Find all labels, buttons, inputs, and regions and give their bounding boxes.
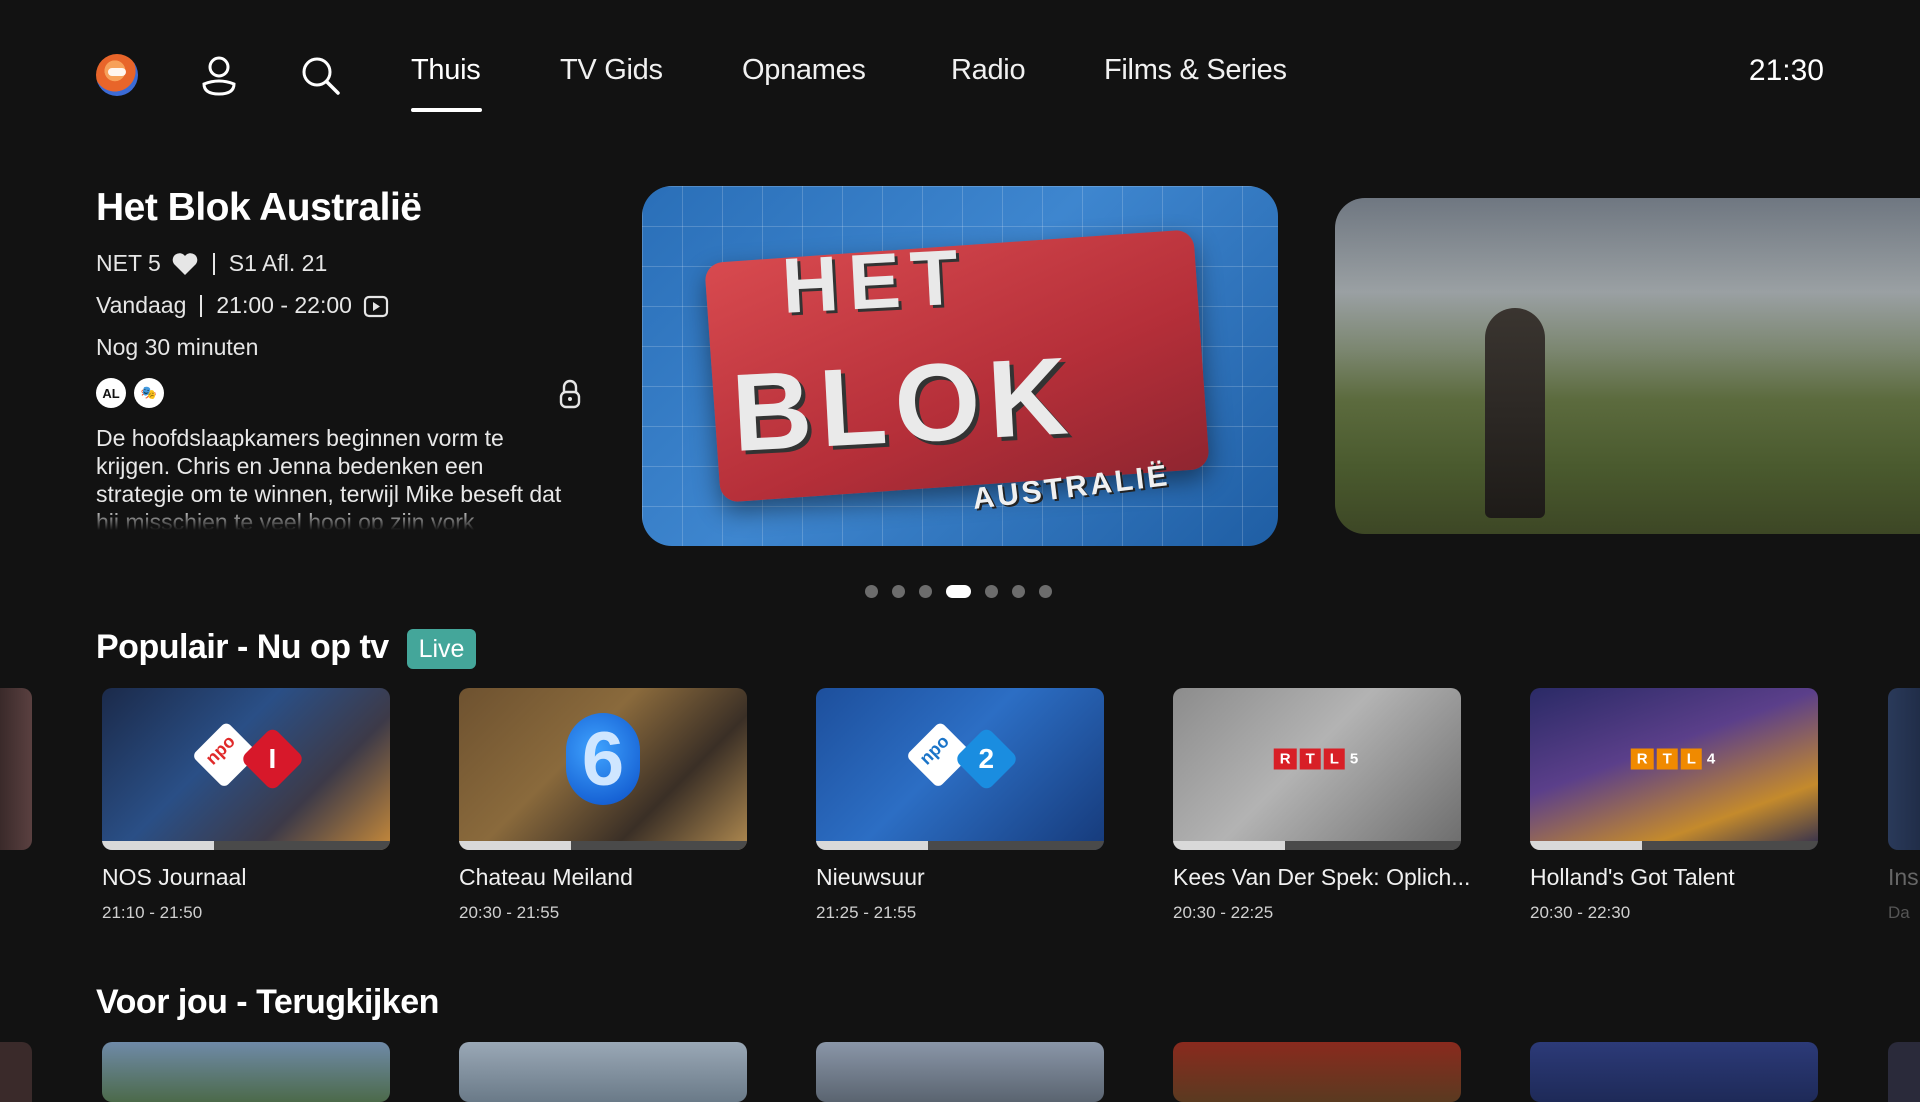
tab-films-series[interactable]: Films & Series	[1104, 54, 1287, 87]
program-card[interactable]: R T L 5	[1173, 688, 1461, 850]
program-time: 20:30 - 22:30	[1530, 903, 1631, 922]
program-card[interactable]: npo I	[102, 688, 390, 850]
program-card[interactable]: R T L 4	[1530, 688, 1818, 850]
section-title-popular: Populair - Nu op tv	[96, 628, 389, 666]
lock-icon[interactable]	[556, 378, 584, 410]
rating-badges: AL 🎭	[96, 378, 164, 408]
program-title: NOS Journaal	[102, 864, 247, 890]
active-tab-indicator	[411, 108, 482, 112]
hero-time-row: Vandaag 21:00 - 22:00	[96, 292, 390, 319]
replay-card[interactable]	[102, 1042, 390, 1102]
heart-icon[interactable]	[171, 251, 199, 277]
next-card-time-peek: Da	[1888, 903, 1910, 922]
tab-tv-gids[interactable]: TV Gids	[560, 54, 663, 87]
carousel-dot[interactable]	[1039, 585, 1052, 598]
person-silhouette	[1485, 308, 1545, 518]
hero-title: Het Blok Australië	[96, 186, 422, 229]
progress-bar	[102, 841, 215, 850]
logo-text-blok: BLOK	[729, 334, 1079, 475]
channel-logo-npo1: npo I	[191, 721, 306, 792]
time-range: 21:00 - 22:00	[216, 292, 352, 318]
channel-logo-npo2: npo 2	[905, 721, 1020, 792]
next-card-peek[interactable]	[1888, 1042, 1920, 1102]
carousel-dot[interactable]	[892, 585, 905, 598]
profile-avatar[interactable]	[96, 54, 138, 96]
progress-bar	[1530, 841, 1643, 850]
progress-bar	[459, 841, 572, 850]
program-title: Holland's Got Talent	[1530, 864, 1735, 890]
program-card[interactable]: 6	[459, 688, 747, 850]
section-title-foryou: Voor jou - Terugkijken	[96, 983, 439, 1021]
hero-next-image[interactable]	[1335, 198, 1920, 534]
program-title: Nieuwsuur	[816, 864, 925, 890]
replay-card[interactable]	[459, 1042, 747, 1102]
live-badge: Live	[407, 629, 476, 669]
progress-bar	[1173, 841, 1286, 850]
previous-card-peek[interactable]	[0, 688, 32, 850]
episode-label: S1 Afl. 21	[228, 250, 328, 276]
replay-card[interactable]	[816, 1042, 1104, 1102]
content-rating-badge: 🎭	[134, 378, 164, 408]
program-card[interactable]: npo 2	[816, 688, 1104, 850]
user-icon[interactable]	[196, 52, 242, 98]
next-card-peek[interactable]	[1888, 688, 1920, 850]
carousel-dot[interactable]	[919, 585, 932, 598]
channel-name: NET 5	[96, 250, 161, 276]
carousel-dot[interactable]	[865, 585, 878, 598]
search-icon[interactable]	[297, 52, 343, 98]
age-rating-badge: AL	[96, 378, 126, 408]
carousel-dot-active[interactable]	[946, 585, 971, 598]
program-time: 20:30 - 21:55	[459, 903, 560, 922]
progress-bar	[816, 841, 929, 850]
previous-card-peek[interactable]	[0, 1042, 32, 1102]
carousel-indicator	[865, 585, 1052, 598]
program-title: Chateau Meiland	[459, 864, 633, 890]
replay-icon	[363, 295, 389, 317]
logo-text-het: HET	[779, 232, 971, 330]
replay-card[interactable]	[1530, 1042, 1818, 1102]
hero-description: De hoofdslaapkamers beginnen vorm te kri…	[96, 424, 576, 530]
hero-featured-image[interactable]: HET BLOK AUSTRALIË	[642, 186, 1278, 546]
program-time: 21:10 - 21:50	[102, 903, 203, 922]
tab-thuis[interactable]: Thuis	[411, 54, 481, 87]
carousel-dot[interactable]	[1012, 585, 1025, 598]
carousel-dot[interactable]	[985, 585, 998, 598]
remaining-time: Nog 30 minuten	[96, 334, 259, 360]
hero-channel-row: NET 5 S1 Afl. 21	[96, 250, 327, 277]
channel-logo-rtl5: R T L 5	[1273, 748, 1361, 770]
tab-radio[interactable]: Radio	[951, 54, 1026, 87]
tab-opnames[interactable]: Opnames	[742, 54, 866, 87]
divider	[212, 252, 215, 275]
divider	[200, 294, 203, 317]
replay-card[interactable]	[1173, 1042, 1461, 1102]
program-title: Kees Van Der Spek: Oplich...	[1173, 864, 1471, 890]
day-label: Vandaag	[96, 292, 187, 318]
channel-logo-rtl4: R T L 4	[1630, 748, 1718, 770]
channel-logo-sbs6: 6	[566, 713, 640, 806]
program-time: 20:30 - 22:25	[1173, 903, 1274, 922]
clock: 21:30	[1748, 54, 1824, 87]
next-card-title-peek: Ins	[1888, 864, 1919, 890]
program-time: 21:25 - 21:55	[816, 903, 917, 922]
